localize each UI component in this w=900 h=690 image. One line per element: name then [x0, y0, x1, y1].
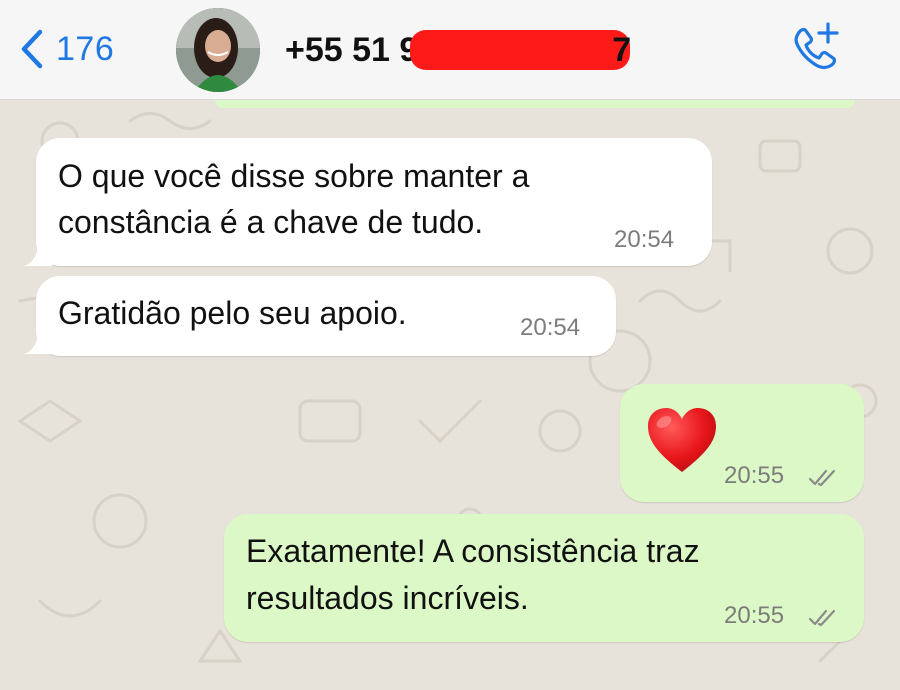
- unread-count: 176: [56, 29, 115, 68]
- heart-emoji: [648, 408, 716, 472]
- previous-message-edge: [215, 100, 855, 108]
- message-line: O que você disse sobre manter a: [58, 158, 530, 194]
- chevron-left-icon: [21, 29, 43, 69]
- message-bubble-incoming[interactable]: O que você disse sobre manter a constânc…: [36, 138, 712, 266]
- bubble-tail: [24, 334, 52, 354]
- avatar[interactable]: [176, 8, 260, 92]
- contact-number-suffix: 7: [612, 30, 632, 69]
- message-time: 20:55: [724, 462, 785, 489]
- message-line: Exatamente! A consistência traz: [246, 533, 700, 569]
- back-button[interactable]: 176: [16, 26, 114, 72]
- message-line: Gratidão pelo seu apoio.: [58, 295, 407, 331]
- phone-plus-icon[interactable]: [788, 20, 844, 72]
- message-line: constância é a chave de tudo.: [58, 204, 484, 240]
- message-bubble-incoming[interactable]: Gratidão pelo seu apoio. 20:54: [36, 276, 616, 356]
- message-line: resultados incríveis.: [246, 580, 529, 616]
- double-check-icon: [808, 469, 836, 487]
- contact-photo: [176, 8, 260, 92]
- message-time: 20:55: [724, 602, 785, 629]
- contact-name[interactable]: +55 51 9 7: [285, 26, 631, 74]
- contact-number-prefix: +55 51 9: [285, 30, 419, 69]
- message-time: 20:54: [520, 314, 581, 341]
- message-time: 20:54: [614, 226, 675, 253]
- double-check-icon: [808, 609, 836, 627]
- chat-header: 176 +55 51 9 7: [0, 0, 900, 100]
- bubble-tail: [24, 246, 52, 266]
- message-bubble-outgoing[interactable]: 20:55: [620, 384, 864, 502]
- redaction-mark: [410, 30, 631, 70]
- message-bubble-outgoing[interactable]: Exatamente! A consistência traz resultad…: [224, 514, 864, 642]
